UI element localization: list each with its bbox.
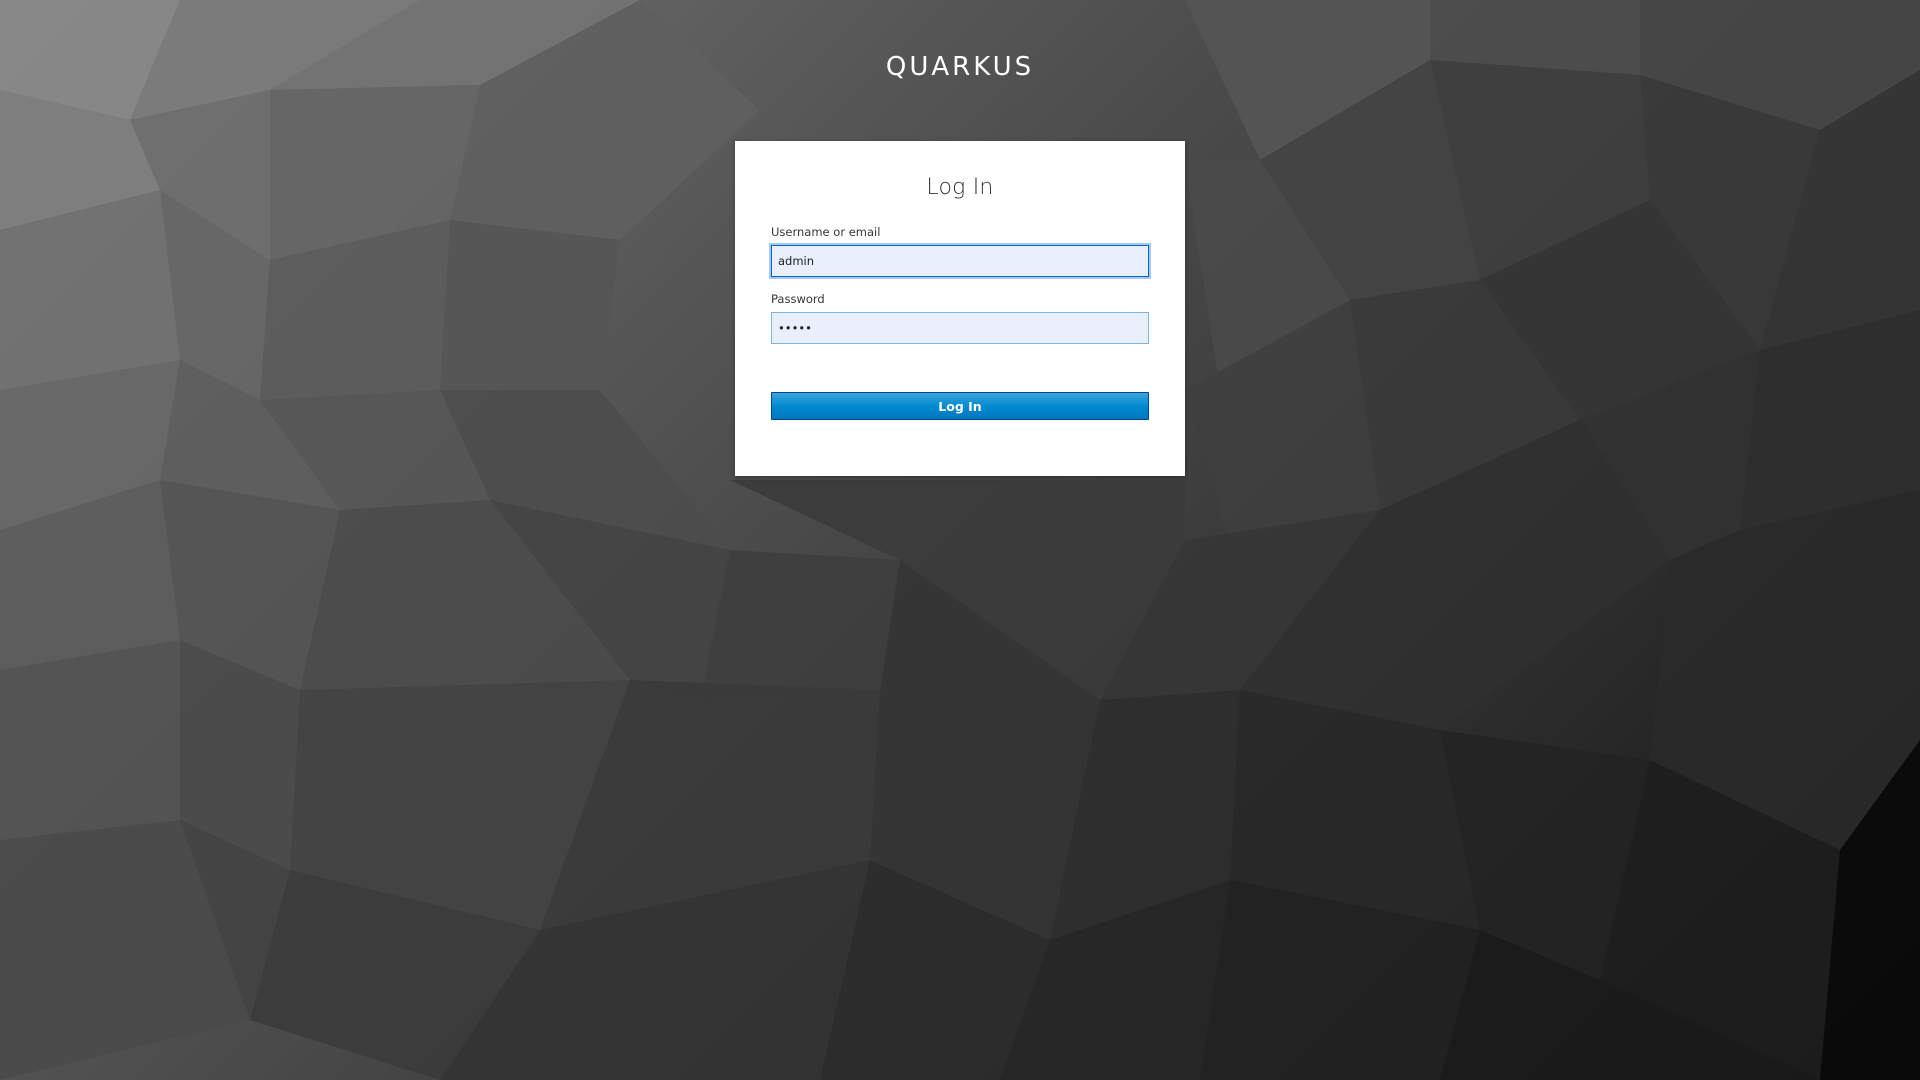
login-button[interactable]: Log In [771,392,1149,420]
realm-name-header: QUARKUS [885,52,1035,82]
username-field-group: Username or email [771,225,1149,277]
login-card: Log In Username or email Password Log In [735,141,1185,476]
username-label: Username or email [771,225,881,239]
password-field-group: Password [771,292,1149,344]
password-input[interactable] [771,312,1149,344]
login-title: Log In [926,175,994,200]
username-input[interactable] [771,245,1149,277]
password-label: Password [771,292,825,306]
